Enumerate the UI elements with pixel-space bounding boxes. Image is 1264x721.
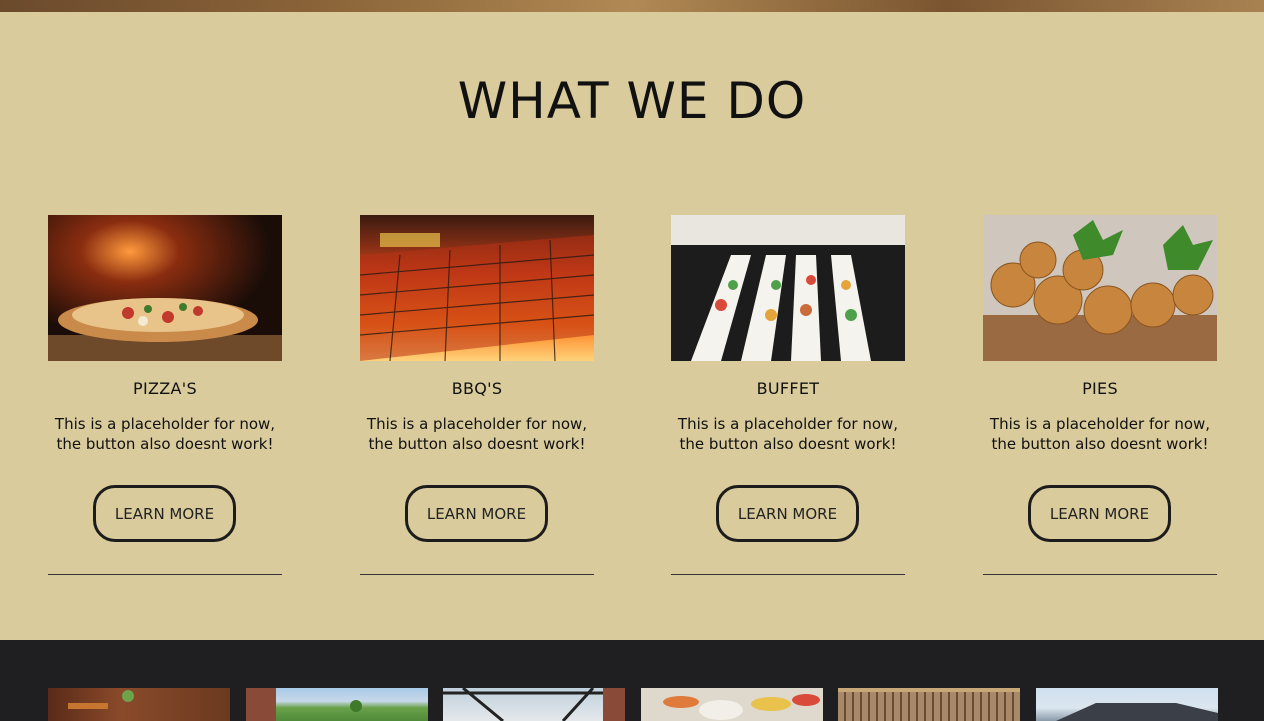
card-description: This is a placeholder for now, the butto… bbox=[366, 415, 588, 453]
page: WHAT WE DO PIZZA'S This is a placeholder… bbox=[0, 0, 1264, 721]
gallery-thumbnail[interactable] bbox=[838, 688, 1020, 721]
service-card-pizza: PIZZA'S This is a placeholder for now, t… bbox=[48, 215, 282, 576]
gallery-thumbnail[interactable] bbox=[641, 688, 823, 721]
learn-more-button[interactable]: LEARN MORE bbox=[716, 485, 859, 542]
card-divider bbox=[983, 574, 1217, 575]
gallery-thumbnail[interactable] bbox=[1036, 688, 1218, 721]
card-divider bbox=[671, 574, 905, 575]
buffet-image bbox=[671, 215, 905, 361]
service-card-buffet: BUFFET This is a placeholder for now, th… bbox=[671, 215, 905, 576]
pizza-image bbox=[48, 215, 282, 361]
service-card-pies: PIES This is a placeholder for now, the … bbox=[983, 215, 1217, 576]
card-description: This is a placeholder for now, the butto… bbox=[989, 415, 1211, 453]
card-divider bbox=[48, 574, 282, 575]
card-title: BUFFET bbox=[756, 379, 820, 398]
card-description: This is a placeholder for now, the butto… bbox=[677, 415, 899, 453]
learn-more-button[interactable]: LEARN MORE bbox=[405, 485, 548, 542]
pies-image bbox=[983, 215, 1217, 361]
card-title: BBQ'S bbox=[451, 379, 503, 398]
gallery-thumbnail[interactable] bbox=[48, 688, 230, 721]
learn-more-button[interactable]: LEARN MORE bbox=[93, 485, 236, 542]
service-card-bbq: BBQ'S This is a placeholder for now, the… bbox=[360, 215, 594, 576]
card-title: PIZZA'S bbox=[133, 379, 197, 398]
hero-image-strip bbox=[0, 0, 1264, 12]
gallery-thumbnail[interactable] bbox=[246, 688, 428, 721]
gallery-footer bbox=[0, 640, 1264, 721]
section-title: WHAT WE DO bbox=[457, 72, 807, 130]
gallery-thumbnail[interactable] bbox=[443, 688, 625, 721]
card-divider bbox=[360, 574, 594, 575]
card-description: This is a placeholder for now, the butto… bbox=[54, 415, 276, 453]
bbq-image bbox=[360, 215, 594, 361]
card-title: PIES bbox=[1082, 379, 1118, 398]
learn-more-button[interactable]: LEARN MORE bbox=[1028, 485, 1171, 542]
